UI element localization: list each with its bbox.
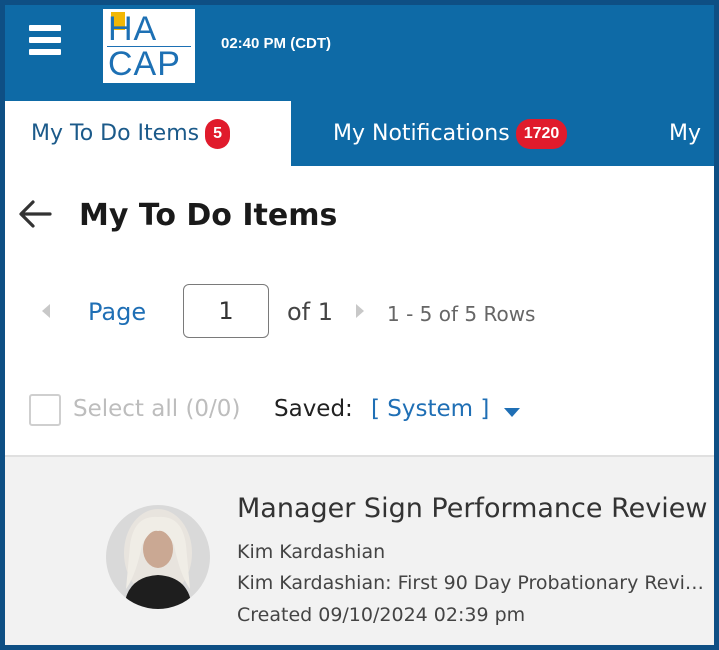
hamburger-menu-icon[interactable] [25,21,65,59]
page-label: Page [88,298,147,326]
item-description: Kim Kardashian: First 90 Day Probationar… [237,572,711,594]
logo-text-bottom: CAP [108,45,181,83]
logo-text-top: HA [108,10,158,48]
row-count-label: 1 - 5 of 5 Rows [387,302,536,326]
saved-filter-dropdown[interactable]: [ System ] [371,396,489,422]
tab-my-notifications[interactable]: My Notifications 1720 [333,101,568,166]
current-time: 02:40 PM (CDT) [221,35,332,52]
tab-label: My To Do Items [31,121,200,146]
hacap-logo[interactable]: HA CAP [103,9,195,83]
page-number-input[interactable] [183,284,269,338]
triangle-right-icon[interactable] [353,302,367,320]
page-total-label: of 1 [287,298,334,326]
notification-count-badge: 1720 [515,118,568,149]
top-header: HA CAP 02:40 PM (CDT) [5,5,714,101]
app-window: HA CAP 02:40 PM (CDT) My To Do Items 5 M… [0,0,719,650]
tab-my-to-do-items[interactable]: My To Do Items 5 [5,101,291,166]
avatar [106,505,210,609]
arrow-left-icon[interactable] [17,196,53,232]
triangle-left-icon[interactable] [39,302,53,320]
todo-list-item[interactable]: Manager Sign Performance Review Kim Kard… [5,457,714,645]
tab-label: My [669,121,702,146]
select-all-checkbox[interactable] [29,394,61,426]
item-person: Kim Kardashian [237,541,386,563]
pagination-bar: Page of 1 1 - 5 of 5 Rows [5,284,714,342]
main-content: My To Do Items Page of 1 1 - 5 of 5 Rows… [5,166,714,645]
page-title: My To Do Items [79,198,338,233]
caret-down-icon[interactable] [504,408,520,417]
selection-toolbar: Select all (0/0) Saved: [ System ] [5,392,714,428]
select-all-label: Select all (0/0) [73,396,241,422]
tab-bar: My To Do Items 5 My Notifications 1720 M… [5,101,714,166]
item-title: Manager Sign Performance Review [237,493,708,524]
tab-label: My Notifications [333,121,510,146]
saved-filter-label: Saved: [274,396,353,422]
todo-count-badge: 5 [205,118,230,149]
tab-my-truncated[interactable]: My [669,101,701,166]
item-created-date: Created 09/10/2024 02:39 pm [237,604,526,626]
